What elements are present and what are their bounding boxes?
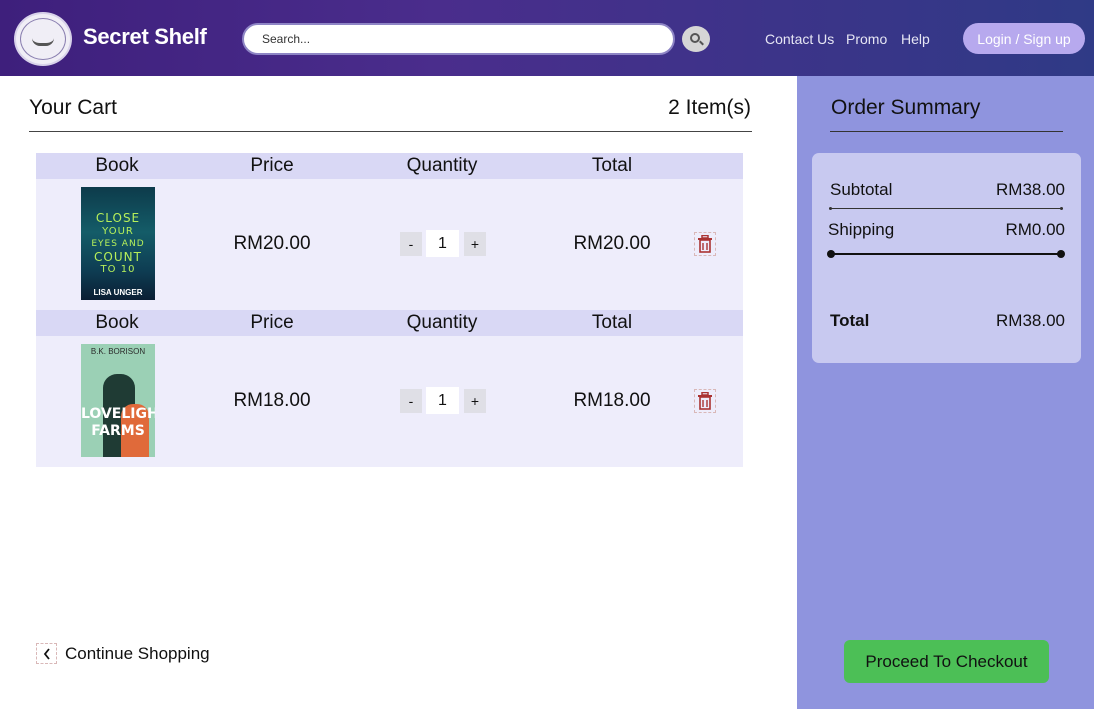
- shipping-label: Shipping: [828, 220, 895, 239]
- continue-shopping-label: Continue Shopping: [65, 643, 210, 663]
- item-price: RM20.00: [233, 233, 311, 254]
- cover-title-line: TO 10: [100, 264, 136, 275]
- cart-divider: [29, 131, 752, 132]
- search-button[interactable]: [682, 26, 710, 52]
- quantity-decrease-button[interactable]: -: [400, 232, 422, 256]
- nav-promo[interactable]: Promo: [846, 31, 887, 47]
- quantity-increase-button[interactable]: +: [464, 232, 486, 256]
- cover-title-line: CLOSE: [95, 211, 141, 225]
- trash-icon: [698, 392, 712, 410]
- book-cover-image[interactable]: CLOSE YOUR EYES AND COUNT TO 10 LISA UNG…: [81, 187, 155, 300]
- remove-item-button[interactable]: [694, 232, 716, 256]
- trash-icon: [698, 235, 712, 253]
- column-quantity: Quantity: [406, 312, 478, 333]
- order-summary-panel: Order Summary Subtotal RM38.00 Shipping …: [797, 76, 1094, 709]
- summary-divider: [829, 207, 1063, 210]
- subtotal-label: Subtotal: [830, 180, 893, 199]
- cover-title-line: YOUR: [102, 226, 134, 237]
- quantity-decrease-button[interactable]: -: [400, 389, 422, 413]
- table-header: Book Price Quantity Total: [36, 310, 743, 336]
- cover-title-line: EYES AND: [91, 239, 145, 249]
- table-header: Book Price Quantity Total: [36, 153, 743, 179]
- subtotal-value: RM38.00: [996, 180, 1065, 199]
- cart-table: Book Price Quantity Total CLOSE YOUR EYE…: [36, 153, 743, 467]
- item-total: RM20.00: [573, 233, 651, 254]
- cart-item-count: 2 Item(s): [668, 96, 751, 119]
- item-total: RM18.00: [573, 390, 651, 411]
- cover-author: B.K. BORISON: [90, 347, 146, 356]
- total-label: Total: [830, 311, 870, 330]
- column-book: Book: [95, 312, 139, 333]
- summary-divider: [827, 250, 1065, 258]
- column-price: Price: [250, 312, 294, 333]
- column-total: Total: [591, 155, 633, 176]
- proceed-to-checkout-button[interactable]: Proceed To Checkout: [844, 640, 1049, 683]
- brand-logo[interactable]: [14, 12, 72, 66]
- quantity-input[interactable]: [426, 387, 459, 414]
- continue-shopping-link[interactable]: Continue Shopping: [36, 643, 210, 664]
- cover-title-line: FARMS: [91, 423, 145, 439]
- cover-author: LISA UNGER: [93, 288, 143, 297]
- summary-card: Subtotal RM38.00 Shipping RM0.00 Total R…: [812, 153, 1081, 363]
- search-icon-handle: [699, 40, 704, 46]
- table-row: CLOSE YOUR EYES AND COUNT TO 10 LISA UNG…: [36, 179, 743, 310]
- total-value: RM38.00: [996, 311, 1065, 330]
- table-row: B.K. BORISON LOVELIGHT FARMS RM18.00 - +…: [36, 336, 743, 467]
- login-signup-button[interactable]: Login / Sign up: [963, 23, 1085, 54]
- item-price: RM18.00: [233, 390, 311, 411]
- column-book: Book: [95, 155, 139, 176]
- top-header: Secret Shelf Contact Us Promo Help Login…: [0, 0, 1094, 76]
- quantity-input[interactable]: [426, 230, 459, 257]
- brand-name[interactable]: Secret Shelf: [83, 24, 207, 50]
- shipping-value: RM0.00: [1005, 220, 1065, 239]
- cart-title: Your Cart: [29, 96, 117, 119]
- column-total: Total: [591, 312, 633, 333]
- cover-title-line: COUNT: [94, 250, 142, 264]
- nav-help[interactable]: Help: [901, 31, 930, 47]
- cover-title-line: LOVELIGHT: [81, 406, 155, 422]
- order-summary-title: Order Summary: [831, 96, 981, 119]
- summary-divider: [830, 131, 1063, 132]
- quantity-increase-button[interactable]: +: [464, 389, 486, 413]
- remove-item-button[interactable]: [694, 389, 716, 413]
- nav-contact-us[interactable]: Contact Us: [765, 31, 834, 47]
- book-cover-image[interactable]: B.K. BORISON LOVELIGHT FARMS: [81, 344, 155, 457]
- column-price: Price: [250, 155, 294, 176]
- column-quantity: Quantity: [406, 155, 478, 176]
- chevron-left-icon: [36, 643, 57, 664]
- search-input[interactable]: [242, 23, 675, 55]
- cover-title: LOVELIGHT FARMS: [81, 406, 155, 440]
